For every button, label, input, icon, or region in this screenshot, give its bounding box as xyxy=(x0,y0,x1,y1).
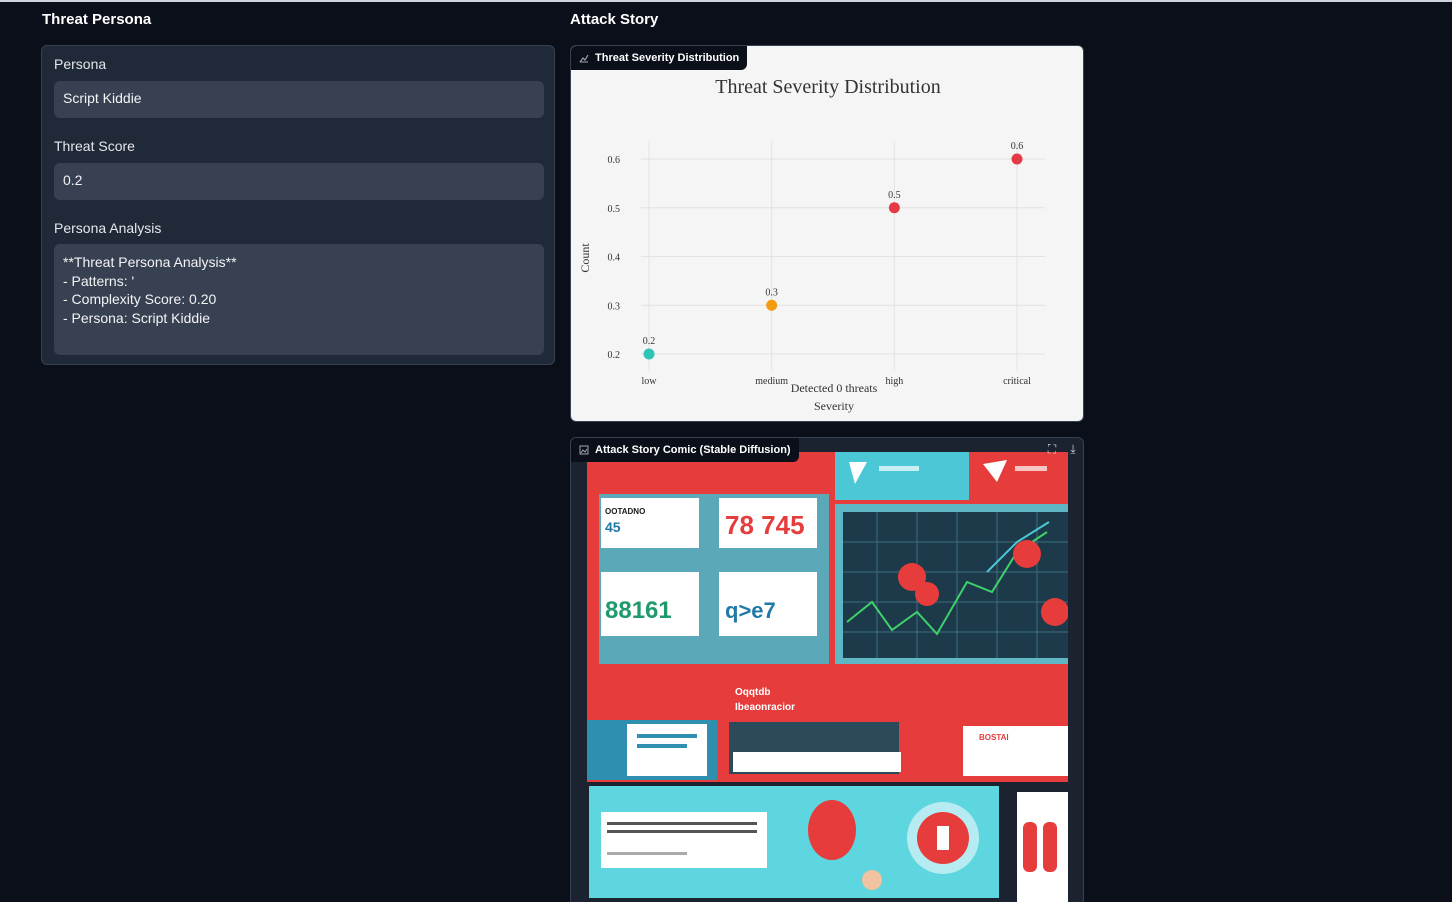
data-label: 0.5 xyxy=(888,190,901,201)
y-tick-label: 0.2 xyxy=(608,350,621,361)
svg-text:Oqqtdb: Oqqtdb xyxy=(735,687,771,698)
x-tick-label: low xyxy=(642,376,658,387)
attack-comic-image: OOTADNO 45 78 745 88161 q>e7 Oqqtdb Ibea… xyxy=(587,452,1068,902)
chart-annotation: Detected 0 threats xyxy=(791,381,878,395)
data-point xyxy=(888,202,900,214)
y-tick-label: 0.4 xyxy=(608,253,621,264)
data-label: 0.2 xyxy=(643,336,656,347)
x-tick-label: high xyxy=(885,376,903,387)
attack-comic-card: OOTADNO 45 78 745 88161 q>e7 Oqqtdb Ibea… xyxy=(570,437,1084,902)
top-border-line xyxy=(0,0,1452,2)
threat-score-field[interactable]: 0.2 xyxy=(54,163,544,200)
x-tick-label: critical xyxy=(1003,376,1031,387)
y-tick-label: 0.3 xyxy=(608,301,621,312)
comic-tag: Attack Story Comic (Stable Diffusion) xyxy=(571,438,799,462)
comic-counter-4: q>e7 xyxy=(725,598,776,623)
y-tick-label: 0.5 xyxy=(608,204,621,215)
attack-story-heading: Attack Story xyxy=(570,11,659,28)
download-icon[interactable]: ⤓ xyxy=(1064,440,1082,458)
x-axis-label: Severity xyxy=(814,399,854,413)
y-tick-label: 0.6 xyxy=(608,155,621,166)
chart-tag-label: Threat Severity Distribution xyxy=(595,52,740,64)
data-point xyxy=(766,299,778,311)
svg-text:OOTADNO: OOTADNO xyxy=(605,507,645,516)
persona-label: Persona xyxy=(54,56,107,72)
svg-text:BOSTAI: BOSTAI xyxy=(979,733,1009,742)
data-label: 0.3 xyxy=(765,287,778,298)
persona-field[interactable]: Script Kiddie xyxy=(54,81,544,118)
chart-title: Threat Severity Distribution xyxy=(715,76,941,98)
comic-counter-1: 78 745 xyxy=(725,510,805,540)
persona-analysis-label: Persona Analysis xyxy=(54,220,162,236)
svg-text:Ibeaonracior: Ibeaonracior xyxy=(735,702,795,713)
fullscreen-icon[interactable]: ⛶ xyxy=(1043,440,1061,458)
comic-tag-label: Attack Story Comic (Stable Diffusion) xyxy=(595,444,791,456)
data-point xyxy=(643,348,655,360)
threat-persona-panel: Persona Script Kiddie Threat Score 0.2 P… xyxy=(41,45,555,365)
chart-icon xyxy=(579,54,589,63)
comic-counter-3: 45 xyxy=(605,519,621,535)
severity-chart: Threat Severity Distribution 0.2 0.3 0.4 0.… xyxy=(578,76,1045,413)
data-label: 0.6 xyxy=(1011,141,1024,152)
y-axis-label: Count xyxy=(578,243,592,273)
chart-tag: Threat Severity Distribution xyxy=(571,46,748,70)
data-point xyxy=(1011,153,1023,165)
threat-score-label: Threat Score xyxy=(54,138,135,154)
x-tick-label: medium xyxy=(755,376,788,387)
persona-analysis-textarea[interactable]: **Threat Persona Analysis** - Patterns: … xyxy=(54,244,544,355)
threat-persona-heading: Threat Persona xyxy=(42,11,152,28)
comic-counter-2: 88161 xyxy=(605,597,672,624)
image-icon xyxy=(579,445,589,455)
severity-chart-card: Threat Severity Distribution 0.2 0.3 0.4 0.… xyxy=(570,45,1084,422)
